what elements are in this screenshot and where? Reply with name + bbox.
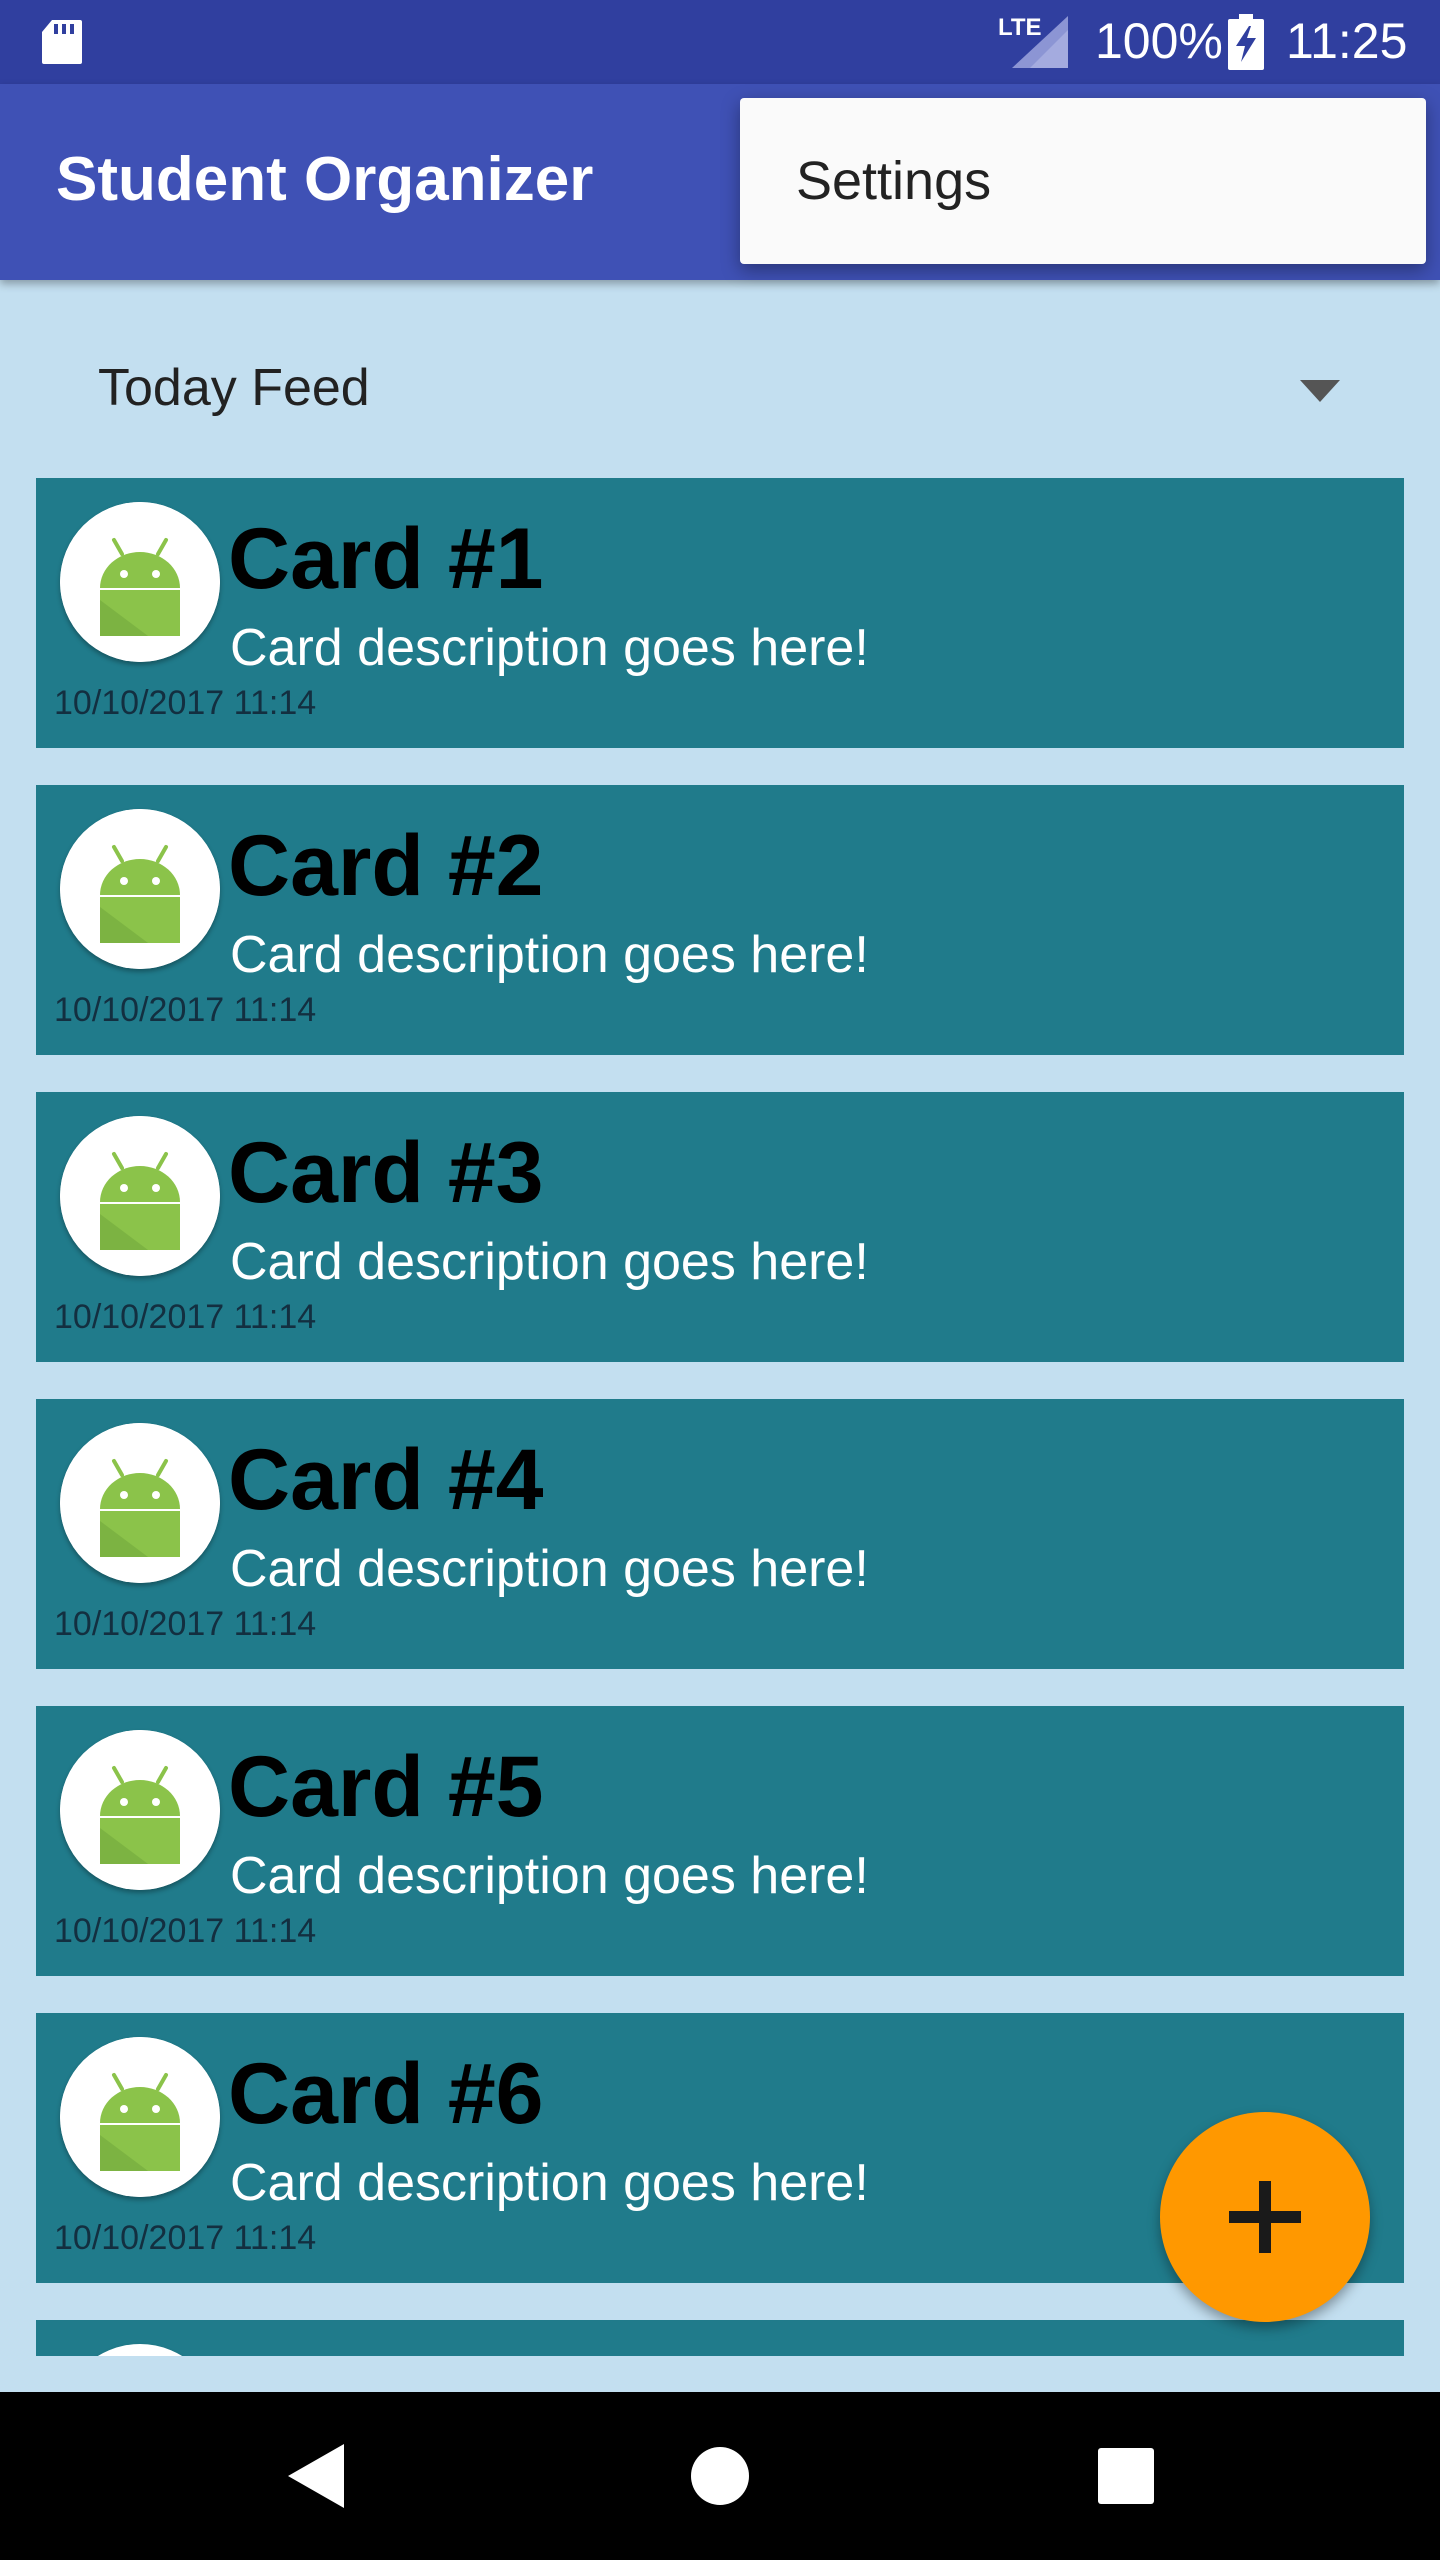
card-timestamp: 10/10/2017 11:14 <box>54 2219 317 2257</box>
card-timestamp: 10/10/2017 11:14 <box>54 1605 317 1643</box>
card-title: Card #4 <box>228 1432 544 1528</box>
feed-selector[interactable]: Today Feed <box>0 320 1440 460</box>
overflow-menu: Settings <box>740 98 1426 264</box>
sd-card-icon <box>42 20 82 64</box>
android-avatar-icon <box>60 1116 220 1276</box>
android-avatar-icon <box>60 2037 220 2197</box>
card[interactable]: Card #4 Card description goes here! 10/1… <box>36 1399 1404 1669</box>
android-avatar-icon <box>60 1423 220 1583</box>
back-icon[interactable] <box>288 2444 344 2508</box>
navigation-bar <box>0 2392 1440 2560</box>
card[interactable]: Card #3 Card description goes here! 10/1… <box>36 1092 1404 1362</box>
status-bar: LTE 100% 11:25 <box>0 0 1440 84</box>
card[interactable]: Card #2 Card description goes here! 10/1… <box>36 785 1404 1055</box>
card-timestamp: 10/10/2017 11:14 <box>54 991 317 1029</box>
android-avatar-icon <box>60 1730 220 1890</box>
card-description: Card description goes here! <box>230 1540 869 1598</box>
recents-icon[interactable] <box>1098 2448 1154 2504</box>
add-card-button[interactable] <box>1160 2112 1370 2322</box>
home-icon[interactable] <box>690 2446 750 2506</box>
feed-selector-value: Today Feed <box>98 359 370 417</box>
card-title: Card #5 <box>228 1739 544 1835</box>
battery-charging-icon <box>1228 14 1264 70</box>
card-title: Card #3 <box>228 1125 544 1221</box>
card-timestamp: 10/10/2017 11:14 <box>54 684 317 722</box>
card-partial[interactable] <box>36 2320 1404 2356</box>
card-timestamp: 10/10/2017 11:14 <box>54 1298 317 1336</box>
card-description: Card description goes here! <box>230 2154 869 2212</box>
card[interactable]: Card #1 Card description goes here! 10/1… <box>36 478 1404 748</box>
clock: 11:25 <box>1286 13 1408 69</box>
battery-percent: 100% <box>1095 13 1223 69</box>
card-description: Card description goes here! <box>230 619 869 677</box>
card-timestamp: 10/10/2017 11:14 <box>54 1912 317 1950</box>
signal-icon <box>1012 16 1068 68</box>
menu-item-settings[interactable]: Settings <box>796 150 991 212</box>
card-title: Card #2 <box>228 818 544 914</box>
card-title: Card #6 <box>228 2046 544 2142</box>
card-description: Card description goes here! <box>230 1847 869 1905</box>
app-title: Student Organizer <box>56 145 594 214</box>
card-description: Card description goes here! <box>230 1233 869 1291</box>
card-description: Card description goes here! <box>230 926 869 984</box>
android-avatar-icon <box>60 2344 220 2356</box>
dropdown-arrow-icon <box>1300 380 1340 402</box>
android-avatar-icon <box>60 502 220 662</box>
plus-icon <box>1229 2181 1301 2253</box>
card-title: Card #1 <box>228 511 544 607</box>
card[interactable]: Card #5 Card description goes here! 10/1… <box>36 1706 1404 1976</box>
android-avatar-icon <box>60 809 220 969</box>
